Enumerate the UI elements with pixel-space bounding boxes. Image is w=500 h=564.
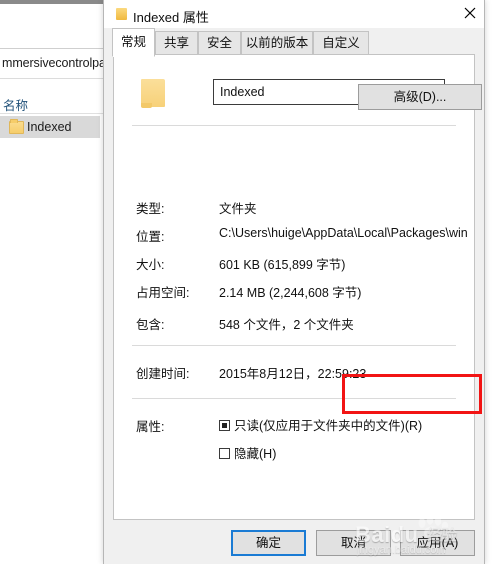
advanced-button[interactable]: 高级(D)... xyxy=(358,84,482,110)
hidden-checkbox-label: 隐藏(H) xyxy=(234,447,277,461)
cancel-button[interactable]: 取消 xyxy=(316,530,391,556)
property-label: 大小: xyxy=(136,258,165,272)
list-item-label: Indexed xyxy=(27,120,72,134)
property-label: 类型: xyxy=(136,202,165,216)
close-button[interactable] xyxy=(456,0,484,27)
checkbox-indeterminate-icon xyxy=(219,420,230,431)
highlight-box-advanced xyxy=(342,374,482,414)
tab-1[interactable]: 常规 xyxy=(112,28,155,57)
dialog-titlebar: Indexed 属性 xyxy=(104,0,484,28)
property-label: 位置: xyxy=(136,230,165,244)
divider xyxy=(132,345,456,346)
property-value: 2.14 MB (2,244,608 字节) xyxy=(219,286,362,300)
checkbox-unchecked-icon xyxy=(219,448,230,459)
screen: mmersivecontrolpa 名称 Indexed Indexed 属性 … xyxy=(0,0,500,564)
apply-button[interactable]: 应用(A) xyxy=(400,530,475,556)
folder-icon-large xyxy=(141,77,167,108)
tab-4[interactable]: 以前的版本 xyxy=(241,31,313,55)
readonly-checkbox[interactable]: 只读(仅应用于文件夹中的文件)(R) xyxy=(219,415,422,434)
properties-dialog: Indexed 属性 常规共享安全以前的版本自定义 类型: 文件夹位置: C:\Us… xyxy=(103,0,485,564)
tab-page-general: 类型: 文件夹位置: C:\Users\huige\AppData\Local\Pa… xyxy=(113,54,482,520)
tabstrip: 常规 共享 安全 以前的版本 自定义 xyxy=(104,28,484,57)
property-value: 548 个文件，2 个文件夹 xyxy=(219,318,354,332)
ok-button[interactable]: 确定 xyxy=(231,530,306,556)
created-time-label: 创建时间: xyxy=(136,367,190,381)
hidden-checkbox[interactable]: 隐藏(H) xyxy=(219,443,276,462)
attributes-label: 属性: xyxy=(136,420,165,434)
close-icon xyxy=(464,7,476,19)
tab-3[interactable]: 安全 xyxy=(198,31,241,55)
folder-icon xyxy=(116,8,127,20)
property-label: 占用空间: xyxy=(136,286,190,300)
folder-icon xyxy=(9,119,24,134)
explorer-column-header-name[interactable]: 名称 xyxy=(3,95,28,114)
tab-2[interactable]: 共享 xyxy=(155,31,198,55)
property-value: 601 KB (615,899 字节) xyxy=(219,258,346,272)
property-value: 文件夹 xyxy=(219,202,257,216)
explorer-address-text[interactable]: mmersivecontrolpa xyxy=(2,56,106,70)
readonly-checkbox-label: 只读(仅应用于文件夹中的文件)(R) xyxy=(234,419,423,433)
property-value: C:\Users\huige\AppData\Local\Packages\wi… xyxy=(219,226,467,240)
divider xyxy=(132,125,456,126)
tab-5[interactable]: 自定义 xyxy=(313,31,369,55)
property-label: 包含: xyxy=(136,318,165,332)
ok-button-label: 确定 xyxy=(255,536,281,550)
dialog-title: Indexed 属性 xyxy=(133,10,209,25)
